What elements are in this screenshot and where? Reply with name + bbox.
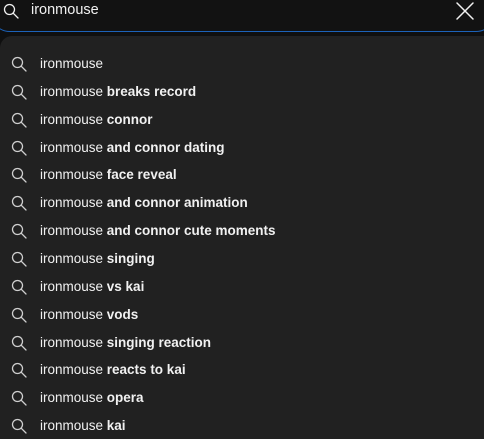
search-box[interactable] — [0, 0, 484, 32]
suggestion-item[interactable]: ironmouse and connor dating — [0, 134, 484, 162]
suggestion-completion: and connor animation — [103, 195, 248, 211]
search-icon — [11, 362, 27, 379]
suggestion-item[interactable]: ironmouse vods — [0, 301, 484, 329]
search-icon — [11, 112, 27, 128]
suggestion-item[interactable]: ironmouse and connor animation — [0, 189, 484, 217]
suggestion-query: ironmouse — [40, 362, 104, 378]
suggestion-completion: reacts to kai — [103, 362, 186, 378]
suggestion-text: ironmouse opera — [40, 390, 144, 406]
suggestion-completion: singing — [103, 250, 155, 266]
suggestion-query: ironmouse — [40, 278, 104, 294]
suggestion-item[interactable]: ironmouse face reveal — [0, 161, 484, 189]
search-icon — [11, 279, 27, 295]
suggestion-text: ironmouse and connor cute moments — [40, 223, 276, 239]
search-icon — [11, 251, 27, 267]
suggestion-item[interactable]: ironmouse — [0, 50, 484, 78]
suggestion-item[interactable]: ironmouse connor — [0, 106, 484, 134]
search-icon — [11, 418, 27, 434]
suggestion-query: ironmouse — [40, 390, 104, 406]
search-icon — [11, 167, 27, 184]
suggestion-text: ironmouse connor — [40, 112, 153, 128]
search-page: ironmouse ironmouse breaks record ironmo… — [0, 0, 484, 439]
suggestion-query: ironmouse — [40, 223, 104, 239]
clear-search-button[interactable] — [454, 0, 476, 22]
suggestion-query: ironmouse — [40, 55, 104, 71]
suggestion-completion: face reveal — [103, 167, 177, 183]
search-icon — [11, 195, 27, 211]
suggestion-query: ironmouse — [40, 167, 104, 183]
search-icon — [11, 307, 27, 323]
suggestion-list: ironmouse ironmouse breaks record ironmo… — [0, 36, 484, 439]
suggestion-completion: opera — [103, 390, 144, 406]
suggestion-text: ironmouse kai — [40, 418, 126, 434]
suggestion-completion: connor — [103, 111, 153, 127]
suggestion-text: ironmouse singing — [40, 251, 155, 267]
suggestion-text: ironmouse singing reaction — [40, 335, 211, 351]
suggestion-item[interactable]: ironmouse and connor cute moments — [0, 217, 484, 245]
suggestion-query: ironmouse — [40, 334, 104, 350]
suggestion-query: ironmouse — [40, 83, 104, 99]
suggestion-completion: breaks record — [103, 83, 197, 99]
search-input[interactable] — [31, 0, 411, 21]
suggestion-item[interactable]: ironmouse singing reaction — [0, 329, 484, 357]
suggestion-text: ironmouse face reveal — [40, 167, 177, 183]
suggestion-text: ironmouse — [40, 56, 103, 72]
suggestion-item[interactable]: ironmouse vs kai — [0, 273, 484, 301]
search-icon — [11, 140, 27, 156]
suggestion-query: ironmouse — [40, 195, 104, 211]
suggestion-query: ironmouse — [40, 250, 104, 266]
suggestion-completion: kai — [103, 418, 126, 434]
search-icon — [11, 56, 27, 72]
search-icon — [11, 223, 27, 239]
suggestion-item[interactable]: ironmouse reacts to kai — [0, 356, 484, 384]
suggestion-query: ironmouse — [40, 139, 104, 155]
close-icon — [456, 2, 474, 20]
suggestion-query: ironmouse — [40, 111, 104, 127]
suggestion-item[interactable]: ironmouse kai — [0, 412, 484, 439]
suggestion-query: ironmouse — [40, 306, 104, 322]
search-icon — [3, 3, 19, 19]
suggestion-completion: and connor dating — [103, 139, 225, 155]
suggestion-completion: singing reaction — [103, 334, 212, 350]
suggestion-completion: and connor cute moments — [103, 223, 276, 239]
search-icon — [11, 335, 27, 351]
suggestion-text: ironmouse breaks record — [40, 84, 196, 100]
suggestion-item[interactable]: ironmouse singing — [0, 245, 484, 273]
suggestion-completion: vs kai — [103, 278, 145, 294]
search-icon — [11, 84, 27, 100]
suggestion-text: ironmouse vs kai — [40, 279, 144, 295]
suggestion-completion: vods — [103, 306, 139, 322]
suggestion-text: ironmouse vods — [40, 307, 138, 323]
suggestion-query: ironmouse — [40, 418, 104, 434]
suggestion-item[interactable]: ironmouse opera — [0, 384, 484, 412]
suggestion-text: ironmouse and connor animation — [40, 195, 248, 211]
suggestions-dropdown: ironmouse ironmouse breaks record ironmo… — [0, 36, 484, 439]
suggestion-text: ironmouse reacts to kai — [40, 362, 186, 378]
suggestion-text: ironmouse and connor dating — [40, 140, 225, 156]
search-icon — [11, 390, 27, 406]
suggestion-item[interactable]: ironmouse breaks record — [0, 78, 484, 106]
